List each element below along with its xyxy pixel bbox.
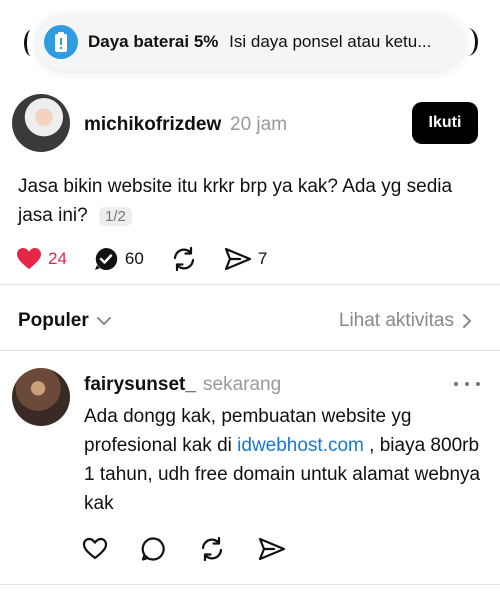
repost-icon bbox=[201, 536, 223, 562]
reply-count: 60 bbox=[124, 249, 144, 268]
more-dot-icon bbox=[476, 382, 480, 386]
reply-link[interactable]: idwebhost.com bbox=[237, 435, 364, 456]
chevron-down-icon bbox=[96, 317, 111, 326]
repost-button[interactable] bbox=[198, 536, 226, 562]
reply-text: Ada dongg kak, pembuatan website yg prof… bbox=[84, 402, 484, 518]
send-icon bbox=[258, 537, 286, 561]
sort-label: Populer bbox=[18, 310, 89, 331]
sort-dropdown[interactable]: Populer bbox=[18, 310, 113, 332]
repost-button[interactable] bbox=[170, 246, 198, 272]
divider bbox=[0, 284, 500, 285]
view-activity-link[interactable]: Lihat aktivitas bbox=[339, 310, 474, 332]
comment-button[interactable] bbox=[140, 536, 166, 562]
reply-username[interactable]: fairysunset_ bbox=[84, 374, 196, 396]
activity-label: Lihat aktivitas bbox=[338, 310, 454, 331]
post-text: Jasa bikin website itu krkr brp ya kak? … bbox=[18, 172, 478, 231]
notification-text: Daya baterai 5% Isi daya ponsel atau ket… bbox=[88, 32, 431, 52]
reply-button[interactable]: 60 bbox=[93, 246, 144, 272]
like-count: 24 bbox=[48, 249, 67, 268]
reply-time: sekarang bbox=[203, 374, 282, 395]
post-time: 20 jam bbox=[230, 114, 288, 135]
repost-icon bbox=[173, 246, 194, 272]
more-dot-icon bbox=[454, 382, 458, 386]
reply-actions bbox=[82, 536, 318, 562]
notification-title: Daya baterai 5% bbox=[88, 32, 219, 51]
send-icon bbox=[224, 247, 251, 271]
follow-button[interactable]: Ikuti bbox=[412, 102, 478, 144]
more-options-button[interactable] bbox=[454, 374, 480, 394]
sort-bar: Populer Lihat aktivitas bbox=[0, 298, 500, 342]
share-button[interactable]: 7 bbox=[224, 247, 267, 271]
heart-icon bbox=[17, 248, 41, 269]
avatar[interactable] bbox=[12, 368, 70, 426]
more-dot-icon bbox=[465, 382, 469, 386]
avatar[interactable] bbox=[12, 94, 70, 152]
like-button[interactable] bbox=[82, 537, 108, 561]
post-actions: 24 60 7 bbox=[16, 244, 293, 274]
reply-check-icon bbox=[94, 247, 118, 270]
comment-icon bbox=[141, 537, 165, 561]
post-body: Jasa bikin website itu krkr brp ya kak? … bbox=[18, 176, 453, 226]
page-indicator: 1/2 bbox=[99, 207, 132, 226]
heart-outline-icon bbox=[82, 537, 108, 560]
post-username[interactable]: michikofrizdew bbox=[84, 114, 221, 136]
like-button[interactable]: 24 bbox=[16, 247, 67, 271]
battery-notification[interactable]: Daya baterai 5% Isi daya ponsel atau ket… bbox=[36, 14, 464, 70]
divider bbox=[0, 584, 500, 585]
chevron-right-icon bbox=[463, 314, 472, 328]
battery-alert-icon bbox=[44, 25, 78, 59]
share-button[interactable] bbox=[258, 537, 286, 561]
notification-body: Isi daya ponsel atau ketu... bbox=[229, 32, 432, 51]
share-count: 7 bbox=[257, 249, 268, 268]
divider bbox=[0, 350, 500, 351]
